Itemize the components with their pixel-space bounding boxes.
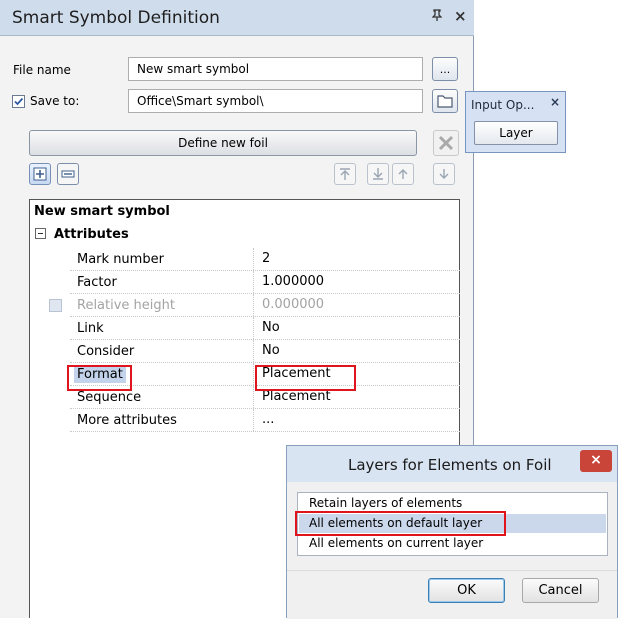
property-key: Mark number xyxy=(77,252,164,267)
save-to-checkbox[interactable] xyxy=(12,95,25,108)
folder-button[interactable] xyxy=(432,89,458,113)
format-key-highlight-box xyxy=(67,365,132,391)
add-foil-button[interactable] xyxy=(29,163,51,185)
property-row-more-attributes[interactable]: More attributes ... xyxy=(70,409,460,432)
column-divider xyxy=(253,271,255,293)
move-bottom-icon xyxy=(373,168,383,180)
property-value[interactable]: No xyxy=(262,320,280,335)
delete-foil-button[interactable] xyxy=(433,130,459,156)
default-layer-highlight-box xyxy=(295,511,506,536)
remove-foil-button[interactable] xyxy=(57,163,79,185)
ok-button[interactable]: OK xyxy=(428,578,505,603)
close-icon[interactable]: × xyxy=(580,450,612,472)
list-item[interactable]: All elements on current layer xyxy=(299,534,606,553)
delete-x-icon xyxy=(438,135,454,151)
move-bottom-button[interactable] xyxy=(367,163,389,185)
file-name-label: File name xyxy=(13,63,71,77)
collapse-icon[interactable] xyxy=(35,228,46,239)
panel-title: Smart Symbol Definition xyxy=(12,8,220,28)
property-value[interactable]: No xyxy=(262,343,280,358)
property-row-mark-number[interactable]: Mark number 2 xyxy=(70,248,460,271)
property-value[interactable]: 2 xyxy=(262,251,270,266)
property-key: Link xyxy=(77,321,104,336)
column-divider xyxy=(253,294,255,316)
dialog-titlebar[interactable]: Layers for Elements on Foil × xyxy=(287,446,617,482)
move-up-button[interactable] xyxy=(392,163,414,185)
grid-title: New smart symbol xyxy=(34,204,170,219)
move-down-icon xyxy=(439,169,449,179)
save-to-label: Save to: xyxy=(30,94,80,108)
property-value: 0.000000 xyxy=(262,297,325,312)
property-key: More attributes xyxy=(77,413,177,428)
add-foil-icon xyxy=(33,167,47,181)
property-row-link[interactable]: Link No xyxy=(70,317,460,340)
column-divider xyxy=(253,317,255,339)
checkmark-icon xyxy=(14,97,24,106)
save-to-input[interactable]: Office\Smart symbol\ xyxy=(128,89,423,113)
dialog-title: Layers for Elements on Foil xyxy=(348,456,552,474)
define-new-foil-button[interactable]: Define new foil xyxy=(29,130,417,156)
format-value-highlight-box xyxy=(255,365,356,391)
close-icon[interactable]: × xyxy=(454,7,467,25)
dialog-body: Retain layers of elements All elements o… xyxy=(287,482,617,619)
remove-foil-icon xyxy=(61,170,75,178)
property-value[interactable]: 1.000000 xyxy=(262,274,324,289)
property-key: Sequence xyxy=(77,390,142,405)
file-name-input[interactable]: New smart symbol xyxy=(128,57,423,81)
pin-icon[interactable] xyxy=(431,9,443,25)
browse-label: ... xyxy=(439,63,451,76)
close-icon[interactable]: × xyxy=(550,95,560,109)
relative-height-checkbox[interactable] xyxy=(49,299,62,312)
property-value[interactable]: Placement xyxy=(262,389,331,404)
move-down-button[interactable] xyxy=(433,163,455,185)
column-divider xyxy=(253,409,255,431)
input-options-panel: Input Op... × Layer xyxy=(465,91,566,153)
property-key: Consider xyxy=(77,344,135,359)
browse-button[interactable]: ... xyxy=(432,57,458,81)
divider xyxy=(287,570,617,571)
move-up-icon xyxy=(398,169,408,179)
folder-icon xyxy=(437,95,453,108)
property-value[interactable]: ... xyxy=(262,412,274,427)
property-row-factor[interactable]: Factor 1.000000 xyxy=(70,271,460,294)
attributes-section-header: Attributes xyxy=(54,227,129,242)
property-row-relative-height: Relative height 0.000000 xyxy=(49,294,460,317)
input-options-title: Input Op... xyxy=(471,98,535,112)
move-top-icon xyxy=(340,168,350,180)
property-key: Relative height xyxy=(77,298,175,313)
move-top-button[interactable] xyxy=(334,163,356,185)
property-row-consider[interactable]: Consider No xyxy=(70,340,460,363)
panel-titlebar[interactable]: Smart Symbol Definition × xyxy=(0,0,474,36)
property-key: Factor xyxy=(77,275,117,290)
column-divider xyxy=(253,248,255,270)
layer-button[interactable]: Layer xyxy=(474,121,558,145)
column-divider xyxy=(253,340,255,362)
cancel-button[interactable]: Cancel xyxy=(522,578,599,603)
